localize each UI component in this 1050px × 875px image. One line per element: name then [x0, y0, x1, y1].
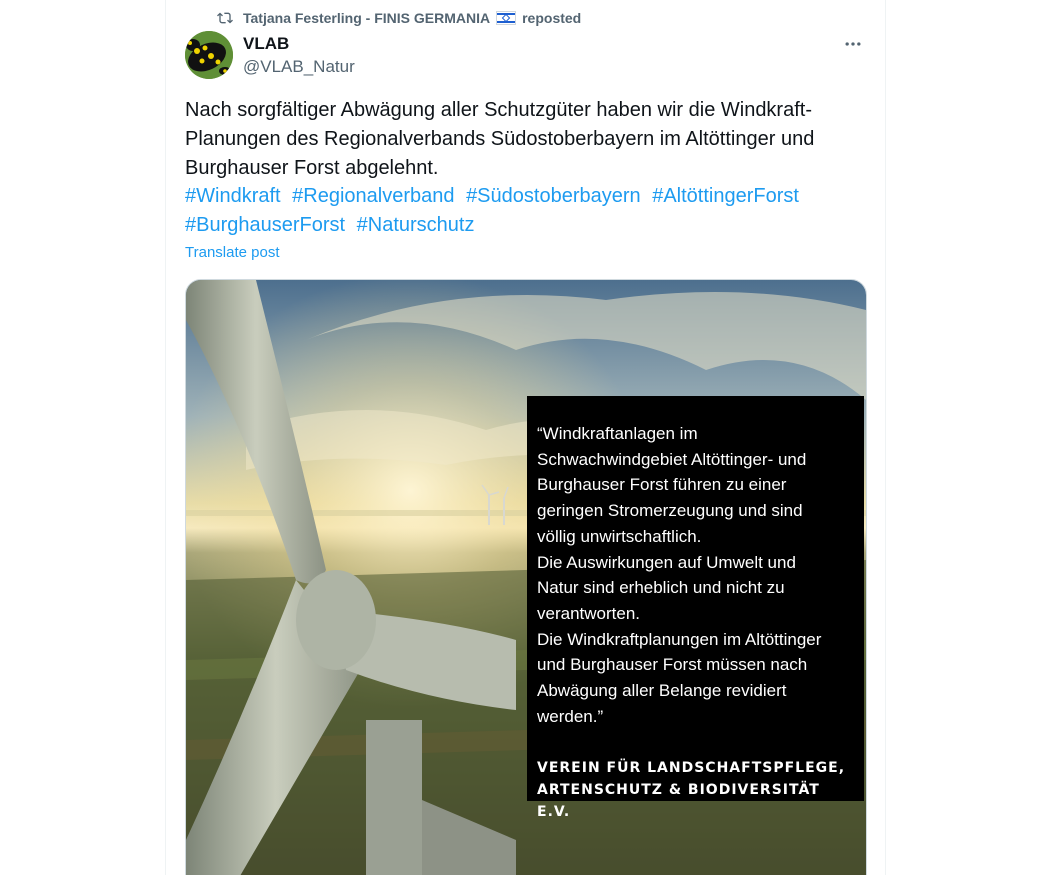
timeline-column: Tatjana Festerling - FINIS GERMANIA repo…	[165, 0, 886, 875]
author-name[interactable]: VLAB	[243, 33, 355, 55]
quote-organization: VEREIN FÜR LANDSCHAFTSPFLEGE, ARTENSCHUT…	[537, 760, 846, 821]
more-options-button[interactable]	[841, 32, 865, 56]
author-handle[interactable]: @VLAB_Natur	[243, 56, 355, 78]
page: Tatjana Festerling - FINIS GERMANIA repo…	[0, 0, 1050, 875]
hashtag-link[interactable]: #Regionalverband	[292, 185, 454, 207]
hashtag-link[interactable]: #Naturschutz	[357, 214, 475, 236]
repost-user-name[interactable]: Tatjana Festerling - FINIS GERMANIA	[243, 10, 490, 26]
hashtag-link[interactable]: #Südostoberbayern	[466, 185, 641, 207]
hashtag-link[interactable]: #AltöttingerForst	[652, 185, 799, 207]
quote-text: “Windkraftanlagen im Schwachwindgebiet A…	[537, 424, 822, 726]
avatar[interactable]	[185, 31, 233, 79]
post-text: Nach sorgfältiger Abwägung aller Schutzg…	[185, 99, 815, 179]
more-icon	[845, 42, 861, 46]
post-author[interactable]: VLAB @VLAB_Natur	[243, 33, 355, 78]
translate-post-link[interactable]: Translate post	[185, 244, 280, 261]
hashtag-link[interactable]: #BurghauserForst	[185, 214, 345, 236]
hashtag-list: #Windkraft #Regionalverband #Südostoberb…	[185, 182, 875, 240]
repost-label: reposted	[522, 10, 582, 26]
repost-indicator[interactable]: Tatjana Festerling - FINIS GERMANIA repo…	[217, 8, 581, 28]
post-media[interactable]: “Windkraftanlagen im Schwachwindgebiet A…	[185, 279, 867, 875]
hashtag-link[interactable]: #Windkraft	[185, 185, 281, 207]
repost-icon	[217, 12, 233, 24]
quote-box: “Windkraftanlagen im Schwachwindgebiet A…	[527, 396, 864, 820]
salamander-avatar-image	[185, 31, 233, 79]
israel-flag-icon	[496, 11, 517, 25]
